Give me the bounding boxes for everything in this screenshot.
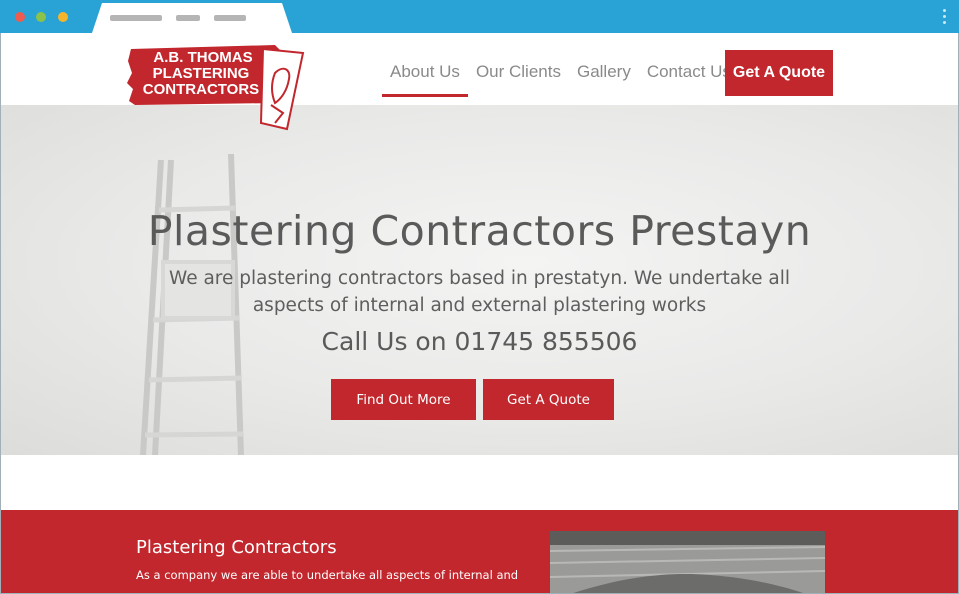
hero-banner: Plastering Contractors Prestayn We are p… [1, 105, 958, 455]
intro-section: Plastering Contractors As a company we a… [1, 510, 958, 593]
nav-our-clients[interactable]: Our Clients [468, 33, 569, 97]
section-heading: Plastering Contractors [136, 537, 337, 558]
site-header: A.B. THOMAS PLASTERING CONTRACTORS About… [1, 33, 958, 131]
browser-menu-icon[interactable] [943, 9, 947, 27]
tab-title-placeholder [214, 15, 246, 21]
nav-gallery[interactable]: Gallery [569, 33, 639, 97]
main-navigation: About Us Our Clients Gallery Contact Us [382, 33, 739, 105]
hero-description-line-2: aspects of internal and external plaster… [252, 295, 707, 316]
tab-title-placeholder [110, 15, 162, 21]
close-window-button[interactable] [15, 12, 25, 22]
hero-title: Plastering Contractors Prestayn [147, 207, 812, 255]
logo-line-1: A.B. THOMAS [153, 49, 252, 66]
tab-title-placeholder [176, 15, 200, 21]
browser-titlebar [0, 0, 959, 33]
section-text: As a company we are able to undertake al… [136, 568, 519, 582]
browser-viewport: A.B. THOMAS PLASTERING CONTRACTORS About… [0, 33, 959, 594]
site-logo[interactable]: A.B. THOMAS PLASTERING CONTRACTORS [125, 43, 307, 133]
hero-description: We are plastering contractors based in p… [151, 265, 808, 319]
nav-contact-us[interactable]: Contact Us [639, 33, 739, 97]
hero-get-a-quote-button[interactable]: Get A Quote [483, 379, 614, 420]
header-get-a-quote-button[interactable]: Get A Quote [725, 50, 833, 96]
find-out-more-button[interactable]: Find Out More [331, 379, 476, 420]
hero-phone-number[interactable]: Call Us on 01745 855506 [1, 327, 958, 356]
logo-line-3: CONTRACTORS [143, 81, 259, 98]
nav-about-us[interactable]: About Us [382, 33, 468, 97]
maximize-window-button[interactable] [58, 12, 68, 22]
minimize-window-button[interactable] [36, 12, 46, 22]
section-photo [550, 531, 825, 593]
browser-tab[interactable] [92, 3, 292, 33]
hero-description-line-1: We are plastering contractors based in p… [168, 268, 791, 289]
logo-line-2: PLASTERING [153, 65, 250, 82]
